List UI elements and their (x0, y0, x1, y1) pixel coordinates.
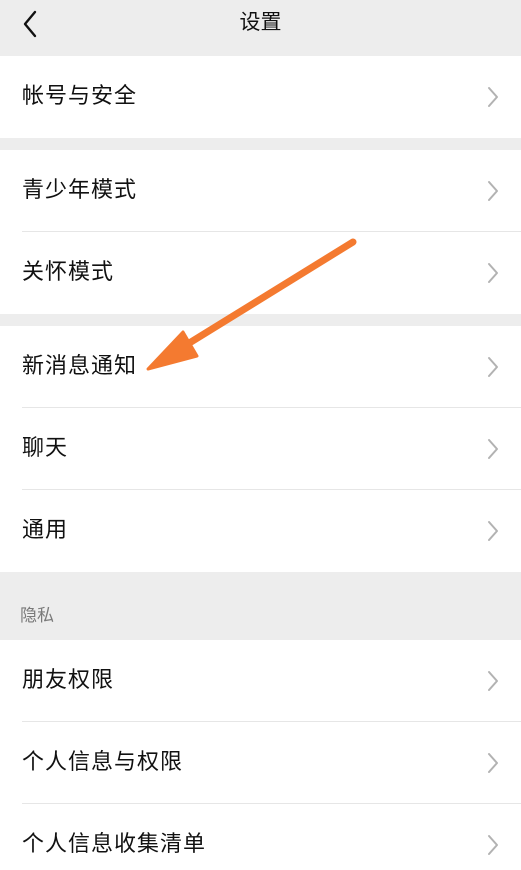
settings-item-label: 通用 (22, 518, 69, 543)
chevron-right-icon (488, 521, 498, 541)
nav-bar: 设置 (0, 0, 521, 55)
settings-item-label: 新消息通知 (22, 354, 138, 379)
settings-item-teen-mode[interactable]: 青少年模式 (0, 150, 521, 232)
page-title: 设置 (239, 10, 282, 34)
settings-group-privacy: 朋友权限 个人信息与权限 个人信息收集清单 (0, 640, 521, 870)
chevron-right-icon (488, 671, 498, 691)
settings-item-general[interactable]: 通用 (0, 490, 521, 572)
chevron-right-icon (488, 835, 498, 855)
chevron-right-icon (488, 181, 498, 201)
settings-item-chat[interactable]: 聊天 (0, 408, 521, 490)
settings-group-account: 帐号与安全 (0, 56, 521, 138)
settings-item-personal-info-list[interactable]: 个人信息收集清单 (0, 804, 521, 870)
chevron-right-icon (488, 357, 498, 377)
section-header-privacy: 隐私 (20, 606, 54, 626)
settings-item-label: 个人信息与权限 (22, 750, 184, 775)
settings-item-label: 聊天 (22, 436, 69, 461)
settings-item-label: 关怀模式 (22, 260, 115, 285)
settings-item-friend-permissions[interactable]: 朋友权限 (0, 640, 521, 722)
settings-item-personal-info-permissions[interactable]: 个人信息与权限 (0, 722, 521, 804)
settings-item-account-security[interactable]: 帐号与安全 (0, 56, 521, 138)
settings-item-new-message-notification[interactable]: 新消息通知 (0, 326, 521, 408)
chevron-right-icon (488, 439, 498, 459)
settings-group-modes: 青少年模式 关怀模式 (0, 150, 521, 314)
settings-item-label: 帐号与安全 (22, 84, 138, 109)
chevron-right-icon (488, 263, 498, 283)
settings-item-care-mode[interactable]: 关怀模式 (0, 232, 521, 314)
settings-item-label: 朋友权限 (22, 668, 115, 693)
settings-group-general: 新消息通知 聊天 通用 (0, 326, 521, 572)
chevron-right-icon (488, 753, 498, 773)
chevron-right-icon (488, 87, 498, 107)
settings-item-label: 青少年模式 (22, 178, 138, 203)
settings-item-label: 个人信息收集清单 (22, 832, 207, 857)
